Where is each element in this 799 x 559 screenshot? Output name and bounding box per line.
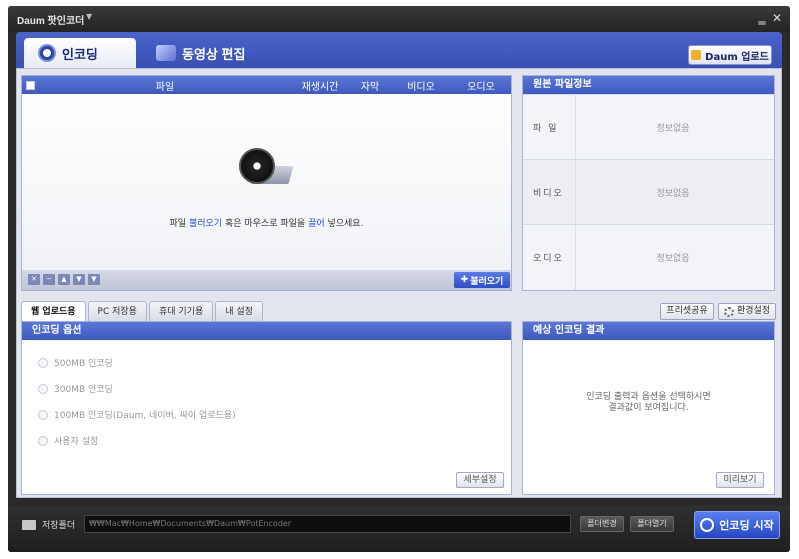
original-info-panel: 원본 파일정보 파 일 정보없음 비디오 정보없음 오디오 정보없음 bbox=[522, 75, 775, 291]
open-folder-button[interactable]: 폴더열기 bbox=[630, 516, 674, 532]
tab-my-settings[interactable]: 내 설정 bbox=[215, 301, 263, 321]
gear-icon bbox=[723, 306, 734, 317]
remove-all-icon[interactable]: ✕ bbox=[28, 274, 40, 285]
info-row-video: 비디오 정보없음 bbox=[523, 159, 774, 225]
option-custom[interactable]: 사용자 설정 bbox=[38, 434, 98, 447]
change-folder-button[interactable]: 폴더변경 bbox=[580, 516, 624, 532]
upload-icon bbox=[691, 50, 702, 60]
drop-hint: 파일 불러오기 혹은 마우스로 파일을 끌어 넣으세요. bbox=[169, 219, 364, 229]
radio-300mb[interactable] bbox=[38, 383, 48, 394]
file-list-panel: 파일 재생시간 자막 비디오 오디오 파일 불러오기 혹은 마우스로 파일을 끌… bbox=[21, 75, 512, 291]
plus-icon: ✚ bbox=[460, 275, 469, 285]
info-row-audio: 오디오 정보없음 bbox=[523, 224, 774, 290]
save-folder-label: 저장폴더 bbox=[42, 521, 76, 531]
tab-pc-save[interactable]: PC 저장용 bbox=[87, 301, 147, 321]
encoding-options-panel: 인코딩 옵션 500MB 인코딩 300MB 인코딩 100MB 인코딩(Dau… bbox=[21, 321, 512, 495]
tab-web-upload[interactable]: 웹 업로드용 bbox=[21, 301, 86, 321]
minimize-button[interactable]: ‗ bbox=[756, 9, 768, 25]
folder-icon bbox=[22, 520, 36, 530]
expected-result-title: 예상 인코딩 결과 bbox=[523, 322, 774, 340]
option-500mb[interactable]: 500MB 인코딩 bbox=[38, 356, 113, 369]
start-encoding-button[interactable]: 인코딩 시작 bbox=[694, 511, 780, 539]
radio-500mb[interactable] bbox=[38, 357, 48, 368]
save-path-field[interactable]: ₩₩Mac₩Home₩Documents₩Daum₩PotEncoder bbox=[84, 515, 571, 533]
option-100mb[interactable]: 100MB 인코딩(Daum, 네이버, 싸이 업로드용) bbox=[38, 408, 236, 421]
encoding-icon bbox=[38, 44, 56, 62]
detail-settings-button[interactable]: 세부설정 bbox=[456, 472, 504, 488]
tab-mobile[interactable]: 휴대 기기용 bbox=[148, 301, 214, 321]
result-message: 인코딩 출력과 옵션을 선택하시면 결과값이 보여집니다. bbox=[586, 392, 711, 413]
preset-tabs: 웹 업로드용 PC 저장용 휴대 기기용 내 설정 bbox=[21, 301, 263, 321]
expected-result-panel: 예상 인코딩 결과 인코딩 출력과 옵션을 선택하시면 결과값이 보여집니다. … bbox=[522, 321, 775, 495]
main-tab-strip: 인코딩 동영상 편집 Daum 업로드 bbox=[16, 32, 782, 68]
info-row-file: 파 일 정보없음 bbox=[523, 94, 774, 160]
title-bar: Daum 팟인코더 ▼ ‗ ✕ bbox=[8, 6, 790, 32]
select-all-checkbox[interactable] bbox=[26, 80, 35, 90]
bottom-bar: 저장폴더 ₩₩Mac₩Home₩Documents₩Daum₩PotEncode… bbox=[8, 506, 790, 552]
radio-custom[interactable] bbox=[38, 435, 48, 446]
hint-open-link[interactable]: 불러오기 bbox=[189, 219, 222, 229]
tab-video-edit-label: 동영상 편집 bbox=[182, 46, 246, 62]
start-icon bbox=[700, 518, 715, 532]
encoding-options-title: 인코딩 옵션 bbox=[22, 322, 511, 340]
tab-video-edit[interactable]: 동영상 편집 bbox=[142, 38, 262, 68]
column-file[interactable]: 파일 bbox=[39, 78, 291, 93]
file-drop-area[interactable]: 파일 불러오기 혹은 마우스로 파일을 끌어 넣으세요. bbox=[22, 94, 511, 270]
column-subtitle[interactable]: 자막 bbox=[349, 78, 391, 93]
tab-encoding[interactable]: 인코딩 bbox=[24, 38, 136, 68]
preset-share-button[interactable]: 프리셋공유 bbox=[660, 303, 714, 320]
daum-upload-label: Daum 업로드 bbox=[705, 51, 769, 63]
settings-button[interactable]: 환경설정 bbox=[718, 303, 776, 320]
move-up-icon[interactable]: ▲ bbox=[58, 274, 70, 285]
app-window: Daum 팟인코더 ▼ ‗ ✕ 인코딩 동영상 편집 Daum 업로드 파일 재… bbox=[8, 6, 790, 552]
window-title: Daum 팟인코더 bbox=[17, 16, 85, 27]
title-menu-caret-icon[interactable]: ▼ bbox=[86, 12, 92, 21]
column-audio[interactable]: 오디오 bbox=[451, 78, 511, 93]
hint-drag-link: 끌어 bbox=[308, 219, 325, 229]
tab-encoding-label: 인코딩 bbox=[62, 46, 98, 62]
column-duration[interactable]: 재생시간 bbox=[291, 78, 349, 93]
move-bottom-icon[interactable]: ▼ bbox=[88, 274, 100, 285]
main-content: 파일 재생시간 자막 비디오 오디오 파일 불러오기 혹은 마우스로 파일을 끌… bbox=[16, 68, 782, 498]
open-file-button[interactable]: ✚ 불러오기 bbox=[454, 272, 510, 288]
radio-100mb[interactable] bbox=[38, 409, 48, 420]
original-info-title: 원본 파일정보 bbox=[523, 76, 774, 94]
remove-icon[interactable]: − bbox=[43, 274, 55, 285]
daum-upload-button[interactable]: Daum 업로드 bbox=[688, 45, 772, 65]
column-video[interactable]: 비디오 bbox=[391, 78, 451, 93]
file-list-toolbar: ✕ − ▲ ▼ ▼ ✚ 불러오기 bbox=[22, 270, 511, 290]
option-300mb[interactable]: 300MB 인코딩 bbox=[38, 382, 113, 395]
move-down-icon[interactable]: ▼ bbox=[73, 274, 85, 285]
close-button[interactable]: ✕ bbox=[771, 11, 783, 25]
preview-button[interactable]: 미리보기 bbox=[716, 472, 764, 488]
film-reel-icon bbox=[235, 144, 294, 192]
video-edit-icon bbox=[156, 45, 176, 61]
file-list-header: 파일 재생시간 자막 비디오 오디오 bbox=[22, 76, 511, 94]
